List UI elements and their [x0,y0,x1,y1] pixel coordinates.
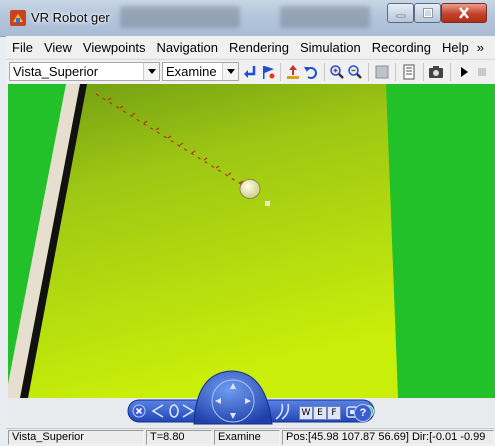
scene-canvas [8,84,495,398]
robot-sphere [239,179,261,199]
edit-icon[interactable] [401,64,417,80]
menu-bar: File View Viewpoints Navigation Renderin… [6,36,495,58]
chevron-down-icon [222,63,238,80]
capture-frame-icon[interactable] [428,64,444,80]
menu-overflow-icon[interactable]: » [475,40,490,55]
menu-recording[interactable]: Recording [367,40,437,55]
wireframe-w-button[interactable]: W [299,406,313,420]
title-bar: VR Robot ger [0,0,495,37]
3d-viewport[interactable] [8,84,495,398]
nav-mode-select[interactable]: Examine [162,62,239,81]
toolbar: Vista_Superior Examine [6,59,495,84]
menu-navigation[interactable]: Navigation [152,40,224,55]
navigation-panel: W E F [126,370,376,426]
menu-help[interactable]: Help [437,40,475,55]
status-nav-mode: Examine [214,430,280,445]
toggle-wireframe-icon[interactable] [374,64,390,80]
close-panel-icon[interactable] [132,404,146,418]
window-title: VR Robot ger [31,10,110,25]
headlight-e-button[interactable]: E [313,406,327,420]
menu-view[interactable]: View [39,40,78,55]
menu-viewpoints[interactable]: Viewpoints [78,40,152,55]
zoom-in-icon[interactable] [329,64,345,80]
target-marker [265,201,270,206]
rotate-right-icon[interactable] [180,403,196,419]
straighten-up-icon[interactable] [285,64,301,80]
chevron-down-icon [143,63,159,80]
menu-rendering[interactable]: Rendering [224,40,295,55]
status-bar: Vista_Superior T=8.80 Examine Pos:[45.98… [6,428,495,446]
menu-file[interactable]: File [6,40,39,55]
create-viewpoint-icon[interactable] [260,64,276,80]
stop-icon[interactable] [474,64,490,80]
minimize-icon [396,14,405,18]
status-position: Pos:[45.98 107.87 56.69] Dir:[-0.01 -0.9… [282,430,494,445]
rotate-left-icon[interactable] [150,403,166,419]
menu-simulation[interactable]: Simulation [295,40,367,55]
viewpoint-select[interactable]: Vista_Superior [9,62,160,81]
zoom-out-icon[interactable] [347,64,363,80]
help-icon[interactable]: ? [354,404,372,422]
straighten-f-button[interactable]: F [327,406,341,420]
app-icon [10,10,26,26]
maximize-icon [422,8,433,18]
play-icon[interactable] [456,64,472,80]
maximize-button[interactable] [414,3,441,23]
undo-move-icon[interactable] [303,64,319,80]
status-time: T=8.80 [146,430,212,445]
close-icon [459,7,469,19]
nav-mode-select-value: Examine [166,64,217,79]
go-to-default-viewpoint-icon[interactable] [242,64,258,80]
viewpoint-select-value: Vista_Superior [13,64,99,79]
minimize-button[interactable] [387,3,414,23]
status-viewpoint: Vista_Superior [8,430,144,445]
close-button[interactable] [441,3,487,23]
tilt-slider-icon[interactable] [274,403,296,421]
